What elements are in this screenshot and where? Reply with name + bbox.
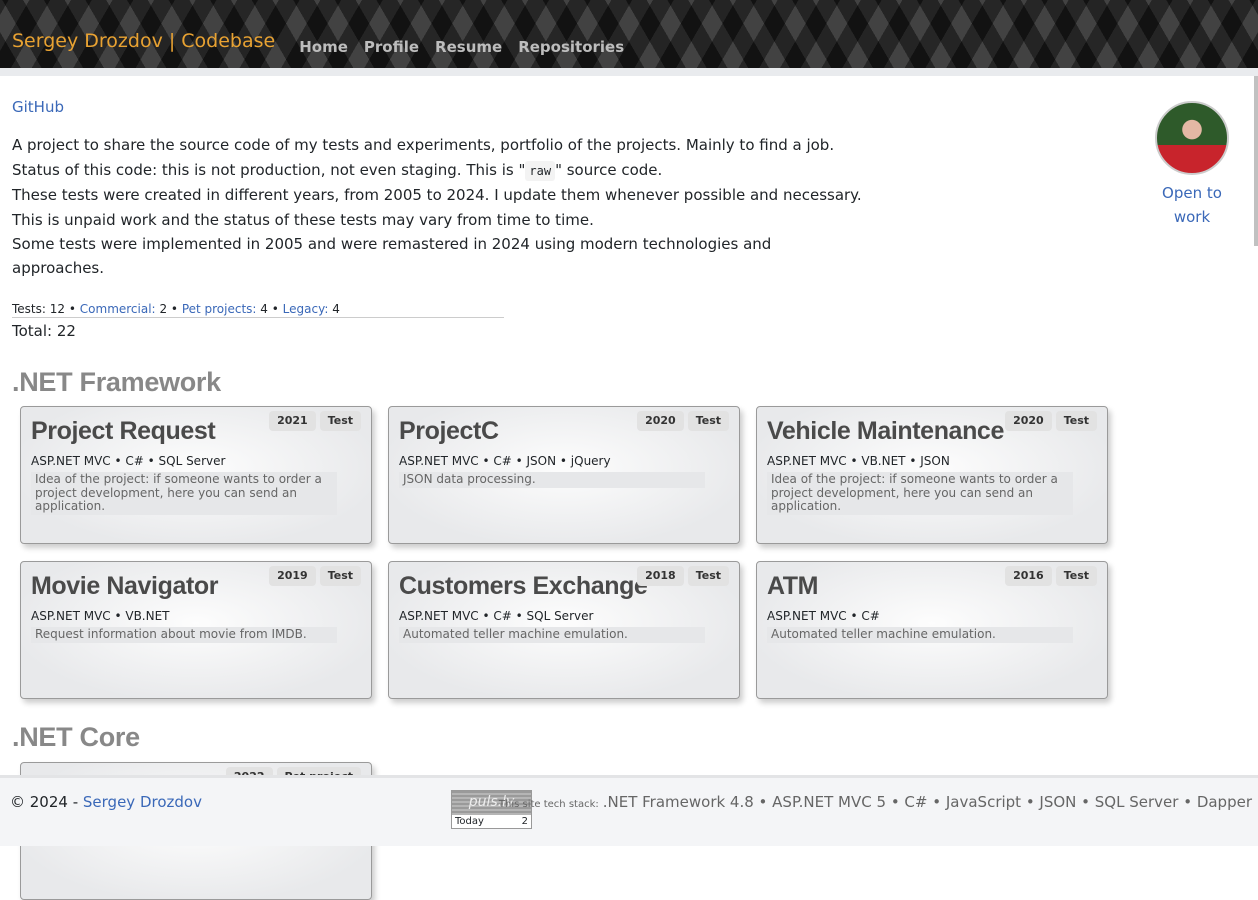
github-link[interactable]: GitHub bbox=[12, 98, 64, 116]
card-badges: 2019 Test bbox=[269, 566, 361, 587]
type-badge: Test bbox=[319, 566, 361, 587]
pet-count: 4 bbox=[260, 301, 268, 316]
separator: • bbox=[68, 301, 76, 316]
author-link[interactable]: Sergey Drozdov bbox=[83, 793, 202, 811]
project-card[interactable]: ProjectC 2020 Test ASP.NET MVC • C# • JSON … bbox=[388, 406, 740, 545]
card-badges: 2020 Test bbox=[637, 411, 729, 432]
nav-profile[interactable]: Profile bbox=[364, 38, 419, 56]
section-title: .NET Framework bbox=[12, 366, 221, 397]
type-badge: Test bbox=[1055, 411, 1097, 432]
project-card[interactable]: ATM 2016 Test ASP.NET MVC • C# Automated tel… bbox=[756, 561, 1108, 700]
card-stack: ASP.NET MVC • C# • SQL Server bbox=[399, 609, 594, 624]
intro-text-part: Status of this code: this is not product… bbox=[12, 160, 526, 179]
type-badge: Test bbox=[687, 411, 729, 432]
counter-today: Today 2 bbox=[452, 815, 531, 828]
type-badge: Test bbox=[319, 411, 361, 432]
card-stack: ASP.NET MVC • C# bbox=[767, 609, 880, 624]
commercial-link[interactable]: Commercial: bbox=[80, 302, 156, 316]
tech-label: This site tech stack: bbox=[498, 799, 599, 810]
card-description: Idea of the project: if someone wants to… bbox=[31, 472, 337, 515]
year-badge: 2016 bbox=[1005, 566, 1052, 587]
year-badge: 2019 bbox=[269, 566, 316, 587]
card-description: Automated teller machine emulation. bbox=[399, 627, 705, 643]
card-stack: ASP.NET MVC • VB.NET bbox=[31, 609, 170, 624]
card-stack: ASP.NET MVC • C# • JSON • jQuery bbox=[399, 454, 611, 469]
year-badge: 2020 bbox=[637, 411, 684, 432]
avatar[interactable] bbox=[1155, 101, 1229, 175]
legacy-count: 4 bbox=[332, 301, 340, 316]
project-card[interactable]: Vehicle Maintenance 2020 Test ASP.NET MVC •… bbox=[756, 406, 1108, 545]
type-badge: Test bbox=[687, 566, 729, 587]
profile-box: Open to work bbox=[1142, 101, 1242, 230]
brand-link[interactable]: Sergey Drozdov | Codebase bbox=[12, 30, 275, 52]
card-badges: 2018 Test bbox=[637, 566, 729, 587]
card-stack: ASP.NET MVC • C# • SQL Server bbox=[31, 454, 226, 469]
open-to-work-link[interactable]: Open to work bbox=[1162, 184, 1222, 226]
card-description: JSON data processing. bbox=[399, 472, 705, 488]
project-card[interactable]: Customers Exchange 2018 Test ASP.NET MVC • … bbox=[388, 561, 740, 700]
card-description: Request information about movie from IMD… bbox=[31, 627, 337, 643]
today-value: 2 bbox=[521, 816, 528, 827]
nav-home[interactable]: Home bbox=[299, 38, 348, 56]
card-description: Idea of the project: if someone wants to… bbox=[767, 472, 1073, 515]
intro-text: A project to share the source code of my… bbox=[12, 133, 862, 280]
card-stack: ASP.NET MVC • VB.NET • JSON bbox=[767, 454, 950, 469]
year-badge: 2020 bbox=[1005, 411, 1052, 432]
nav-resume[interactable]: Resume bbox=[435, 38, 502, 56]
intro-text-part: " source code. bbox=[555, 160, 663, 179]
commercial-count: 2 bbox=[159, 301, 168, 316]
project-card[interactable]: Movie Navigator 2019 Test ASP.NET MVC • VB.… bbox=[20, 561, 372, 700]
intro-line: These tests were created in different ye… bbox=[12, 186, 862, 229]
main-nav: Home Profile Resume Repositories bbox=[299, 38, 624, 56]
year-badge: 2018 bbox=[637, 566, 684, 587]
type-badge: Test bbox=[1055, 566, 1097, 587]
raw-code: raw bbox=[525, 160, 556, 181]
tests-count: 12 bbox=[49, 301, 66, 316]
legacy-link[interactable]: Legacy: bbox=[283, 302, 329, 316]
tests-label: Tests: bbox=[12, 301, 46, 316]
year-badge: 2021 bbox=[269, 411, 316, 432]
scrollbar[interactable] bbox=[1254, 76, 1258, 246]
intro-line: Some tests were implemented in 2005 and … bbox=[12, 235, 772, 278]
header-strip bbox=[0, 68, 1258, 76]
tech-stack: This site tech stack: .NET Framework 4.8 … bbox=[499, 793, 1252, 811]
separator: • bbox=[170, 301, 178, 316]
project-counts: Tests: 12 • Commercial: 2 • Pet projects… bbox=[12, 301, 504, 318]
project-card[interactable]: Project Request 2021 Test ASP.NET MVC • C# … bbox=[20, 406, 372, 545]
card-description: Automated teller machine emulation. bbox=[767, 627, 1073, 643]
copyright-text: © 2024 - bbox=[10, 793, 83, 811]
nav-repositories[interactable]: Repositories bbox=[518, 38, 624, 56]
section-title: .NET Core bbox=[12, 722, 140, 753]
card-grid: Project Request 2021 Test ASP.NET MVC • C# … bbox=[20, 406, 1242, 700]
card-badges: 2021 Test bbox=[269, 411, 361, 432]
card-badges: 2020 Test bbox=[1005, 411, 1097, 432]
card-badges: 2016 Test bbox=[1005, 566, 1097, 587]
footer: © 2024 - Sergey Drozdov puls.lv Today 2 T… bbox=[0, 775, 1258, 846]
intro-line: A project to share the source code of my… bbox=[12, 136, 835, 155]
tech-list: .NET Framework 4.8 • ASP.NET MVC 5 • C# … bbox=[602, 793, 1252, 811]
total-count: Total: 22 bbox=[12, 321, 76, 340]
site-header: Sergey Drozdov | Codebase Home Profile R… bbox=[0, 0, 1258, 68]
separator: • bbox=[271, 301, 279, 316]
today-label: Today bbox=[455, 816, 484, 827]
copyright: © 2024 - Sergey Drozdov bbox=[10, 793, 202, 811]
intro-line: Status of this code: this is not product… bbox=[12, 158, 862, 183]
pet-projects-link[interactable]: Pet projects: bbox=[182, 302, 257, 316]
